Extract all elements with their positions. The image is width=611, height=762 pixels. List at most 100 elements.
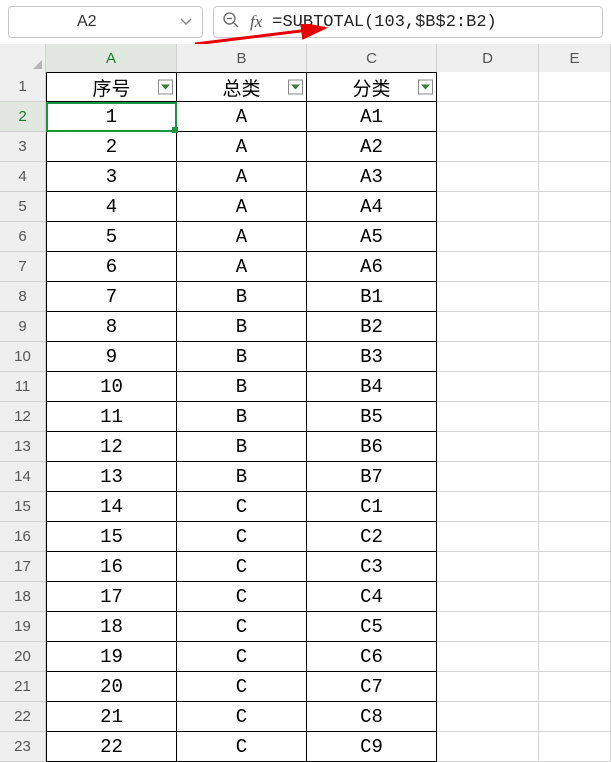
cell[interactable]: A	[177, 192, 307, 222]
cell[interactable]: B	[177, 402, 307, 432]
row-head[interactable]: 14	[0, 462, 46, 492]
col-head-a[interactable]: A	[46, 44, 177, 72]
cell[interactable]	[437, 492, 539, 522]
chevron-down-icon[interactable]	[180, 15, 192, 29]
cell[interactable]: 11	[46, 402, 177, 432]
cell[interactable]	[437, 342, 539, 372]
cell[interactable]	[437, 72, 539, 102]
cell[interactable]	[437, 402, 539, 432]
cell[interactable]: 8	[46, 312, 177, 342]
row-head[interactable]: 12	[0, 402, 46, 432]
row-head[interactable]: 20	[0, 642, 46, 672]
cell[interactable]	[539, 672, 611, 702]
cell[interactable]	[539, 372, 611, 402]
cell[interactable]: C	[177, 552, 307, 582]
cell[interactable]	[437, 372, 539, 402]
row-head[interactable]: 8	[0, 282, 46, 312]
cell[interactable]: 16	[46, 552, 177, 582]
cell[interactable]: C7	[307, 672, 437, 702]
cell[interactable]: B7	[307, 462, 437, 492]
cell[interactable]	[437, 672, 539, 702]
fx-icon[interactable]: fx	[250, 12, 262, 32]
cell[interactable]	[437, 252, 539, 282]
cell[interactable]: C1	[307, 492, 437, 522]
cell[interactable]	[539, 522, 611, 552]
cell[interactable]	[539, 162, 611, 192]
cell[interactable]	[539, 582, 611, 612]
cell[interactable]: C3	[307, 552, 437, 582]
cell[interactable]: 19	[46, 642, 177, 672]
cell[interactable]	[539, 552, 611, 582]
cell[interactable]: C	[177, 732, 307, 762]
cell[interactable]: 5	[46, 222, 177, 252]
cell[interactable]: 2	[46, 132, 177, 162]
filter-dropdown-icon[interactable]	[288, 80, 303, 95]
cell[interactable]	[437, 702, 539, 732]
cell[interactable]: A	[177, 222, 307, 252]
cell[interactable]: 22	[46, 732, 177, 762]
cell[interactable]	[437, 642, 539, 672]
cell[interactable]: 15	[46, 522, 177, 552]
select-all-corner[interactable]	[0, 44, 46, 72]
cell[interactable]	[539, 312, 611, 342]
cell[interactable]	[539, 72, 611, 102]
cell[interactable]	[539, 432, 611, 462]
cell[interactable]: C	[177, 492, 307, 522]
formula-bar[interactable]: fx =SUBTOTAL(103,$B$2:B2)	[213, 6, 603, 38]
cell[interactable]: 1	[46, 102, 177, 132]
cell[interactable]: C5	[307, 612, 437, 642]
row-head[interactable]: 23	[0, 732, 46, 762]
cell[interactable]: 18	[46, 612, 177, 642]
row-head[interactable]: 9	[0, 312, 46, 342]
cell[interactable]	[437, 282, 539, 312]
cell[interactable]	[539, 102, 611, 132]
cell[interactable]	[437, 132, 539, 162]
row-head[interactable]: 22	[0, 702, 46, 732]
cell[interactable]	[539, 342, 611, 372]
row-head[interactable]: 4	[0, 162, 46, 192]
cell[interactable]	[437, 222, 539, 252]
cell[interactable]: 总类	[177, 72, 307, 102]
cell[interactable]	[437, 162, 539, 192]
cell[interactable]: C	[177, 522, 307, 552]
col-head-b[interactable]: B	[177, 44, 307, 72]
row-head[interactable]: 21	[0, 672, 46, 702]
cell[interactable]: 12	[46, 432, 177, 462]
cell[interactable]: B3	[307, 342, 437, 372]
filter-dropdown-icon[interactable]	[418, 80, 433, 95]
zoom-out-icon[interactable]	[222, 11, 240, 34]
cell[interactable]: B4	[307, 372, 437, 402]
cell[interactable]: 10	[46, 372, 177, 402]
col-head-d[interactable]: D	[437, 44, 539, 72]
name-box[interactable]: A2	[8, 6, 203, 38]
cell[interactable]: A	[177, 102, 307, 132]
cell[interactable]: C2	[307, 522, 437, 552]
row-head[interactable]: 7	[0, 252, 46, 282]
cell[interactable]	[437, 102, 539, 132]
cell[interactable]: A5	[307, 222, 437, 252]
cell[interactable]: 21	[46, 702, 177, 732]
row-head[interactable]: 19	[0, 612, 46, 642]
cell[interactable]: B	[177, 372, 307, 402]
cell[interactable]	[437, 552, 539, 582]
cell[interactable]	[539, 192, 611, 222]
cell[interactable]: A6	[307, 252, 437, 282]
cell[interactable]: 13	[46, 462, 177, 492]
cell[interactable]: 3	[46, 162, 177, 192]
cell[interactable]	[437, 312, 539, 342]
cell[interactable]: C	[177, 672, 307, 702]
cell[interactable]: 14	[46, 492, 177, 522]
row-head[interactable]: 13	[0, 432, 46, 462]
cell[interactable]	[437, 582, 539, 612]
cell[interactable]	[437, 432, 539, 462]
cell[interactable]: B2	[307, 312, 437, 342]
cell[interactable]	[539, 222, 611, 252]
cell[interactable]	[437, 522, 539, 552]
cell[interactable]: 分类	[307, 72, 437, 102]
cell[interactable]	[437, 192, 539, 222]
cell[interactable]	[539, 132, 611, 162]
cell[interactable]: A3	[307, 162, 437, 192]
cell[interactable]: C9	[307, 732, 437, 762]
cell[interactable]	[437, 462, 539, 492]
row-head[interactable]: 15	[0, 492, 46, 522]
